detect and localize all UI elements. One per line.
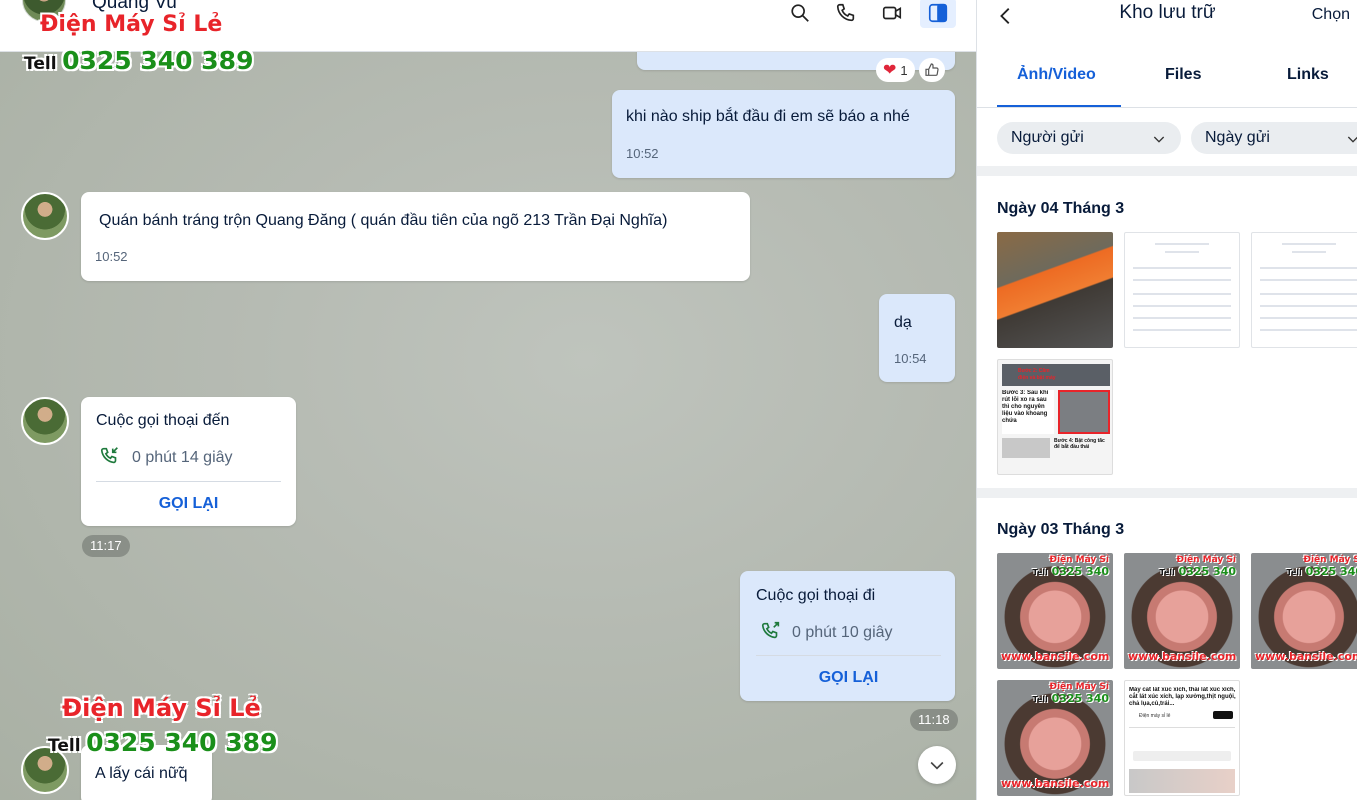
watermark-title: Điện Máy Sỉ Lẻ: [62, 694, 261, 722]
watermark-phone-number: 0325 340 389: [86, 728, 278, 757]
reaction-bar: ❤ 1: [876, 58, 945, 82]
incoming-call-icon: [99, 445, 121, 472]
watermark-phone: Tell 0325 340 389: [24, 46, 253, 75]
media-thumbnail[interactable]: [997, 232, 1113, 348]
section-separator: [977, 166, 1357, 176]
watermark-phone-number: 0325 340 389: [62, 46, 254, 75]
message-time: 10:52: [95, 249, 128, 264]
scroll-down-button[interactable]: [918, 746, 956, 784]
tab-files[interactable]: Files: [1165, 66, 1201, 84]
sidebar-toggle-icon[interactable]: [920, 0, 956, 28]
call-title: Cuộc gọi thoại đến: [96, 412, 230, 429]
call-title: Cuộc gọi thoại đi: [756, 587, 876, 604]
chat-area: ❤ 1 khi nào ship bắt đầu đi em sẽ báo a …: [0, 0, 976, 800]
chevron-down-icon: [930, 761, 944, 770]
call-duration: 0 phút 14 giây: [132, 449, 233, 466]
select-button[interactable]: Chọn: [1312, 6, 1350, 24]
contact-avatar[interactable]: [21, 397, 69, 445]
divider: [96, 481, 281, 482]
web-headline: Máy cắt lát xúc xích, thái lát xúc xích,…: [1129, 687, 1236, 707]
watermark-phone: Tell 0325 340 389: [48, 728, 277, 757]
chevron-down-icon: [1153, 136, 1165, 143]
like-icon[interactable]: [918, 58, 945, 82]
guide-step2: Bước 2: Cắm điện và bật máy: [1018, 368, 1056, 381]
incoming-call-card[interactable]: Cuộc gọi thoại đến 0 phút 14 giây GỌI LẠ…: [81, 397, 296, 526]
media-thumbnail[interactable]: Điện Máy Sỉ Tell 0325 340 www.bansile.co…: [997, 553, 1113, 669]
message-text: khi nào ship bắt đầu đi em sẽ báo a nhé: [626, 108, 910, 125]
message-time: 11:18: [910, 709, 958, 731]
watermark-tell-label: Tell: [48, 736, 81, 756]
message-text: dạ: [894, 314, 912, 331]
media-thumbnail[interactable]: Điện Máy Sỉ Tell 0325 340 www.bansile.co…: [997, 680, 1113, 796]
section-separator: [977, 488, 1357, 498]
watermark-tell-label: Tell: [24, 54, 57, 74]
heart-reaction[interactable]: ❤ 1: [876, 58, 915, 82]
call-back-button[interactable]: GỌI LẠI: [756, 669, 941, 687]
reaction-count: 1: [900, 62, 908, 78]
message-text: Quán bánh tráng trộn Quang Đăng ( quán đ…: [99, 212, 668, 229]
call-back-button[interactable]: GỌI LẠI: [96, 495, 281, 513]
video-call-icon[interactable]: [874, 0, 910, 28]
storage-panel: Kho lưu trữ Chọn Ảnh/Video Files Links N…: [976, 0, 1357, 800]
media-thumbnail[interactable]: [1124, 232, 1240, 348]
media-tabs: Ảnh/Video Files Links: [977, 52, 1357, 108]
media-thumbnail[interactable]: [1251, 232, 1357, 348]
media-thumbnail[interactable]: Điện Máy Sỉ Tell 0325 340 www.bansile.co…: [1124, 553, 1240, 669]
panel-title: Kho lưu trữ: [1119, 2, 1216, 23]
media-thumbnail[interactable]: Bước 2: Cắm điện và bật máy Bước 3: Sau …: [997, 359, 1113, 475]
web-shop: Điện máy sỉ lẻ: [1139, 713, 1171, 719]
sender-filter[interactable]: Người gửi: [997, 122, 1181, 154]
chevron-down-icon: [1347, 136, 1357, 143]
message-time: 10:52: [626, 146, 659, 161]
message-text: A lấy cái nữ̃q: [95, 765, 188, 782]
outgoing-call-icon: [760, 620, 782, 647]
call-duration: 0 phút 10 giây: [792, 624, 893, 641]
guide-step4: Bước 4: Bật công tắc để bắt đầu thái: [1054, 438, 1105, 450]
outgoing-call-card[interactable]: Cuộc gọi thoại đi 0 phút 10 giây GỌI LẠI: [740, 571, 955, 701]
media-thumbnail[interactable]: Máy cắt lát xúc xích, thái lát xúc xích,…: [1124, 680, 1240, 796]
header-actions: [782, 0, 956, 28]
active-tab-indicator: [997, 105, 1121, 107]
heart-icon: ❤: [883, 62, 897, 79]
message-time: 10:54: [894, 351, 927, 366]
message-bubble-out[interactable]: khi nào ship bắt đầu đi em sẽ báo a nhé …: [612, 90, 955, 178]
filter-label: Người gửi: [1011, 129, 1084, 146]
date-group-label: Ngày 04 Tháng 3: [997, 200, 1125, 217]
date-filter[interactable]: Ngày gửi: [1191, 122, 1357, 154]
guide-step3: Bước 3: Sau khi rút lõi xo ra sau thì ch…: [1002, 390, 1054, 434]
message-time: 11:17: [82, 535, 130, 557]
message-bubble-in[interactable]: Quán bánh tráng trộn Quang Đăng ( quán đ…: [81, 192, 750, 281]
phone-icon[interactable]: [828, 0, 864, 28]
panel-header: Kho lưu trữ Chọn: [977, 0, 1357, 52]
filter-label: Ngày gửi: [1205, 129, 1270, 146]
media-thumbnail[interactable]: Điện Máy Sỉ Tell 0325 340 www.bansile.co…: [1251, 553, 1357, 669]
filter-bar: Người gửi Ngày gửi: [977, 108, 1357, 166]
contact-avatar[interactable]: [21, 192, 69, 240]
watermark-title: Điện Máy Sỉ Lẻ: [40, 12, 223, 37]
tab-photos-videos[interactable]: Ảnh/Video: [1017, 66, 1096, 84]
divider: [756, 655, 941, 656]
message-bubble-out[interactable]: dạ 10:54: [879, 294, 955, 382]
tab-links[interactable]: Links: [1287, 66, 1329, 84]
date-group-label: Ngày 03 Tháng 3: [997, 521, 1125, 538]
search-icon[interactable]: [782, 0, 818, 28]
